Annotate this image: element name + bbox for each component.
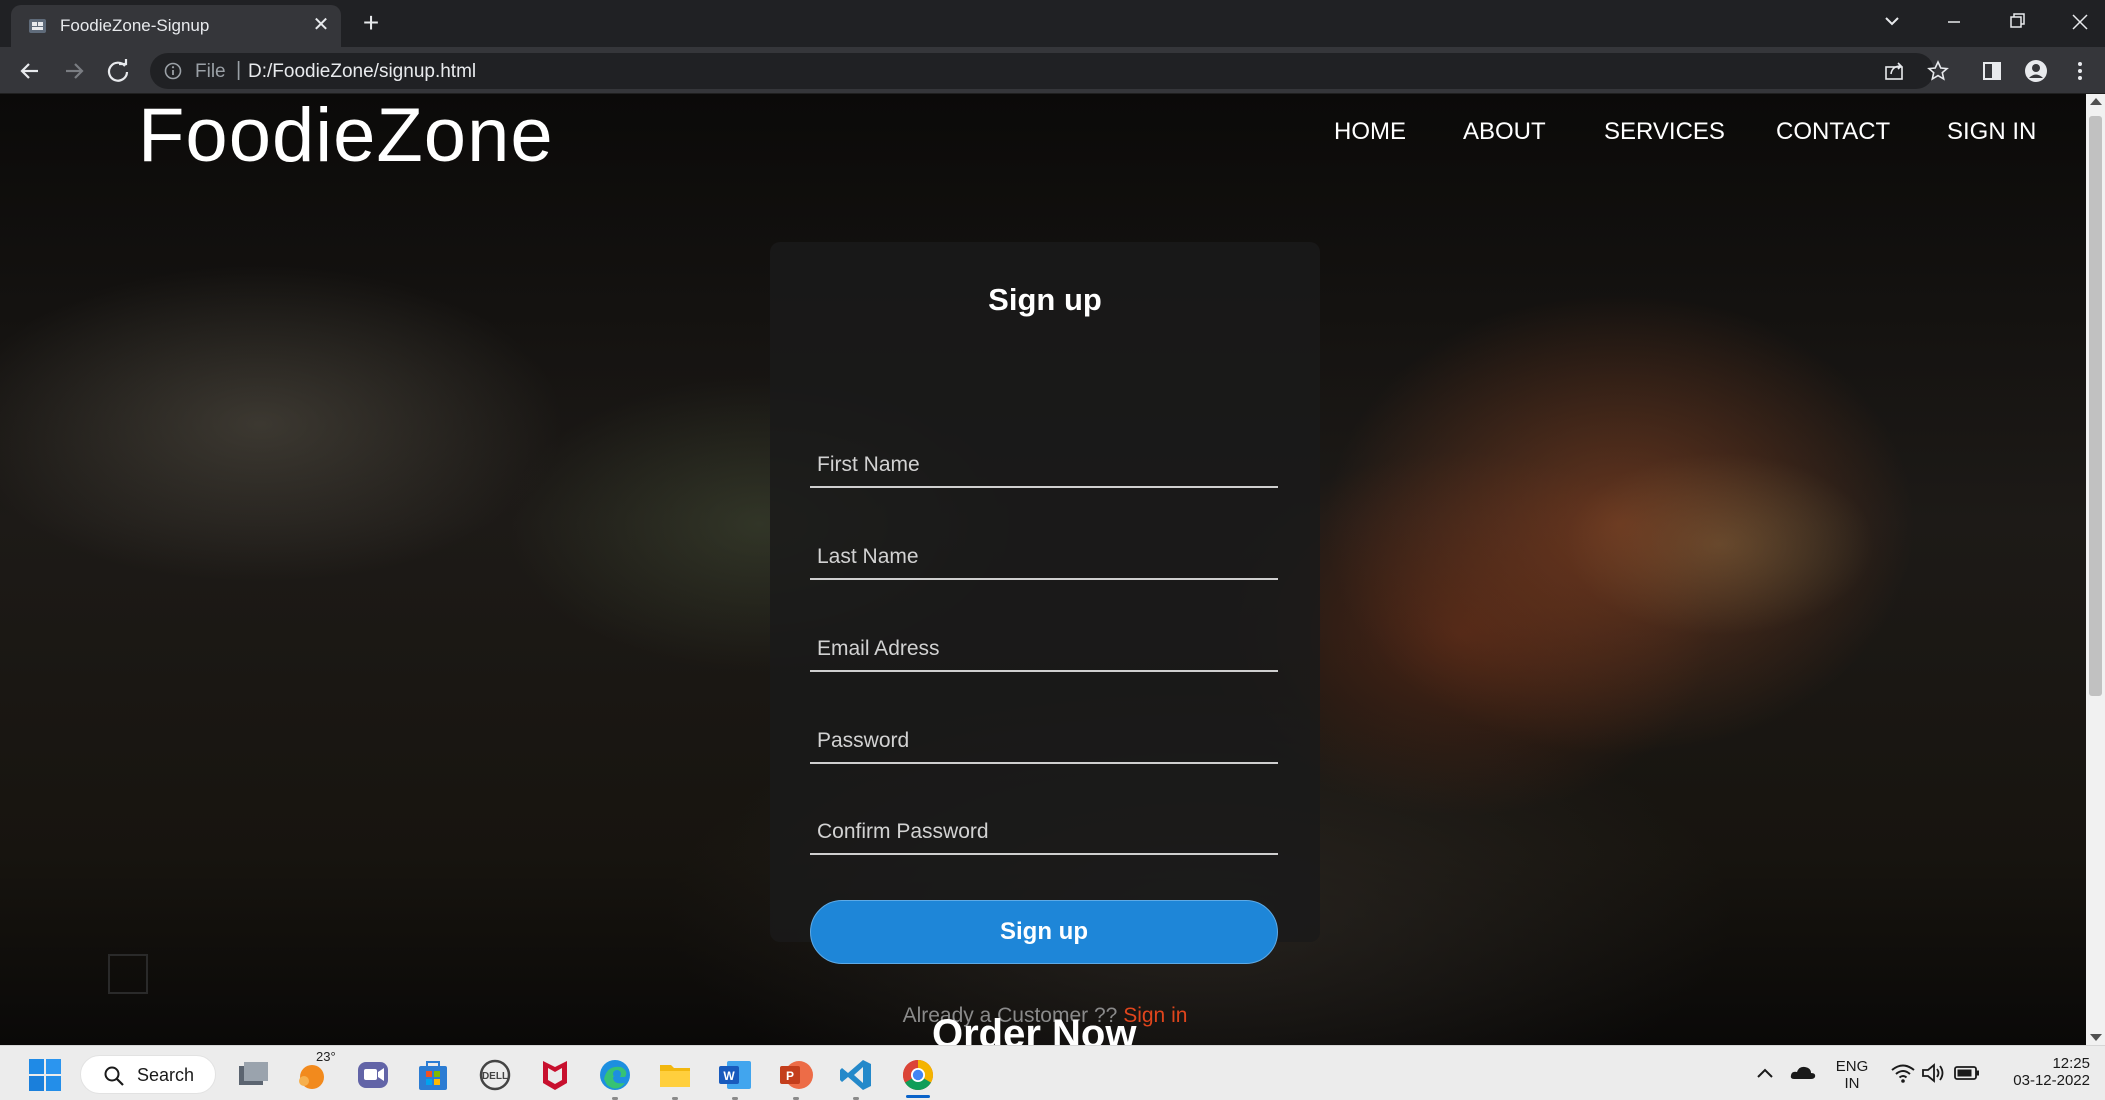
battery-icon[interactable] (1952, 1058, 1982, 1088)
signup-title: Sign up (988, 282, 1102, 317)
windows-taskbar: Search 23° DELL W P ENG IN 12:25 03-12-2… (0, 1045, 2105, 1100)
search-icon (104, 1066, 124, 1086)
nav-link-services[interactable]: SERVICES (1604, 118, 1725, 146)
last-name-input[interactable] (810, 536, 1278, 578)
confirm-password-field (810, 811, 1278, 855)
email-input[interactable] (810, 628, 1278, 670)
forward-arrow-icon[interactable] (58, 55, 90, 87)
order-now-heading: Order Now (932, 1012, 1137, 1045)
restore-icon[interactable] (1997, 4, 2037, 40)
page-scrollbar[interactable] (2086, 94, 2105, 1045)
browser-tab[interactable]: FoodieZone-Signup ✕ (11, 5, 341, 47)
profile-avatar-icon[interactable] (2022, 57, 2050, 85)
taskbar-search-box[interactable]: Search (80, 1055, 216, 1094)
email-field (810, 628, 1278, 672)
clock[interactable]: 12:25 03-12-2022 (1996, 1055, 2090, 1089)
onedrive-cloud-icon[interactable] (1788, 1058, 1818, 1088)
password-field (810, 720, 1278, 764)
nav-link-contact[interactable]: CONTACT (1776, 118, 1890, 146)
wifi-icon[interactable] (1888, 1058, 1918, 1088)
weather-temperature: 23° (316, 1049, 336, 1064)
side-panel-icon[interactable] (1978, 57, 2006, 85)
taskbar-search-label: Search (137, 1065, 195, 1085)
back-arrow-icon[interactable] (14, 55, 46, 87)
word-icon[interactable]: W (715, 1055, 755, 1095)
close-window-icon[interactable] (2060, 4, 2100, 40)
microsoft-store-icon[interactable] (413, 1055, 453, 1095)
nav-link-sign-in[interactable]: SIGN IN (1947, 118, 2036, 146)
file-explorer-icon[interactable] (655, 1055, 695, 1095)
browser-menu-icon[interactable] (2066, 57, 2094, 85)
image-placeholder-icon (108, 954, 148, 994)
svg-text:W: W (723, 1069, 735, 1083)
language-region: IN (1844, 1075, 1860, 1092)
password-input[interactable] (810, 720, 1278, 762)
clock-time: 12:25 (2052, 1055, 2090, 1072)
windows-start-icon[interactable] (25, 1055, 65, 1095)
mcafee-icon[interactable] (535, 1055, 575, 1095)
browser-toolbar: File | D:/FoodieZone/signup.html (0, 47, 2105, 94)
last-name-field (810, 536, 1278, 580)
nav-link-home[interactable]: HOME (1334, 118, 1406, 146)
dell-icon[interactable]: DELL (475, 1055, 515, 1095)
close-tab-icon[interactable]: ✕ (307, 11, 335, 39)
language-code: ENG (1835, 1058, 1869, 1075)
first-name-field (810, 444, 1278, 488)
powerpoint-icon[interactable]: P (776, 1055, 816, 1095)
show-hidden-icons-chevron-icon[interactable] (1750, 1058, 1780, 1088)
new-tab-icon[interactable]: + (356, 8, 386, 38)
signup-button[interactable]: Sign up (810, 900, 1278, 964)
clock-date: 03-12-2022 (2013, 1072, 2090, 1089)
scroll-up-icon[interactable] (2090, 98, 2102, 105)
nav-link-about[interactable]: ABOUT (1463, 118, 1546, 146)
scroll-down-icon[interactable] (2090, 1034, 2102, 1041)
address-scheme: File (195, 61, 226, 82)
tab-search-icon[interactable] (1872, 4, 1912, 40)
minimize-icon[interactable] (1934, 4, 1974, 40)
first-name-input[interactable] (810, 444, 1278, 486)
tab-title: FoodieZone-Signup (60, 16, 210, 35)
scroll-thumb[interactable] (2089, 116, 2102, 696)
page-viewport: FoodieZone HOME ABOUT SERVICES CONTACT S… (0, 94, 2086, 1045)
address-bar[interactable]: File | D:/FoodieZone/signup.html (150, 53, 1949, 89)
svg-text:DELL: DELL (482, 1071, 508, 1082)
svg-text:P: P (786, 1069, 794, 1083)
signup-card: Sign up Sign up Already a Customer ?? Si… (770, 242, 1320, 1027)
task-view-icon[interactable] (233, 1055, 273, 1095)
site-info-icon[interactable] (164, 62, 182, 80)
reload-icon[interactable] (102, 55, 134, 87)
volume-icon[interactable] (1918, 1058, 1948, 1088)
chrome-icon[interactable] (898, 1055, 938, 1095)
share-icon[interactable] (1880, 57, 1908, 85)
teams-chat-icon[interactable] (353, 1055, 393, 1095)
page-favicon-icon (29, 19, 46, 33)
site-logo[interactable]: FoodieZone (138, 94, 554, 179)
browser-tab-bar: FoodieZone-Signup ✕ + (0, 0, 2105, 47)
chrome-active-indicator (906, 1095, 930, 1098)
address-separator: | (236, 59, 242, 81)
bookmark-star-icon[interactable] (1924, 57, 1952, 85)
address-url[interactable]: D:/FoodieZone/signup.html (248, 61, 476, 83)
edge-browser-icon[interactable] (595, 1055, 635, 1095)
confirm-password-input[interactable] (810, 811, 1278, 853)
vscode-icon[interactable] (836, 1055, 876, 1095)
language-indicator[interactable]: ENG IN (1834, 1058, 1870, 1092)
